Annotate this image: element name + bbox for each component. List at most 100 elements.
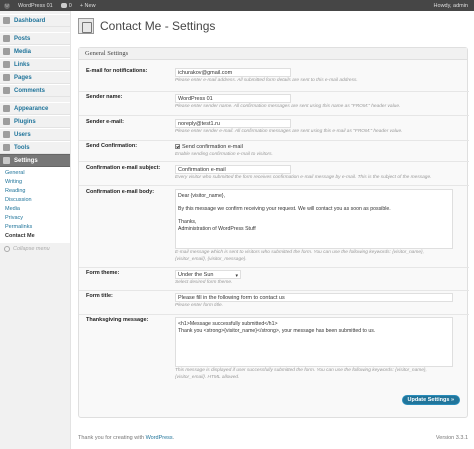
form-theme-value: Under the Sun xyxy=(178,272,214,278)
collapse-icon xyxy=(4,246,10,252)
send-confirmation-label: Send Confirmation: xyxy=(86,143,138,149)
sender-email-input[interactable]: noreply@test1.ru xyxy=(175,119,291,128)
admin-bar: Ⓦ WordPress 01 0 + New Howdy, admin xyxy=(0,0,474,11)
email-notifications-label: E-mail for notifications: xyxy=(86,68,148,74)
submenu-reading[interactable]: Reading xyxy=(5,187,70,196)
textarea-line: Thanks, xyxy=(178,219,197,225)
menu-posts[interactable]: Posts xyxy=(0,32,70,45)
dashboard-icon xyxy=(3,17,10,24)
send-confirmation-desc: Enable sending confirmation e-mail to vi… xyxy=(175,152,273,157)
plugins-icon xyxy=(3,118,10,125)
menu-label: Posts xyxy=(14,35,31,42)
footer-period: . xyxy=(172,435,175,441)
comments-link[interactable]: 0 xyxy=(57,0,76,11)
comment-bubble-icon xyxy=(60,3,67,8)
menu-plugins[interactable]: Plugins xyxy=(0,115,70,128)
confirmation-body-label: Confirmation e-mail body: xyxy=(86,189,155,195)
footer: Thank you for creating with WordPress. V… xyxy=(78,435,468,441)
settings-icon xyxy=(3,157,10,164)
menu-label: Tools xyxy=(14,144,30,151)
confirmation-subject-label: Confirmation e-mail subject: xyxy=(86,165,161,171)
posts-icon xyxy=(3,35,10,42)
menu-label: Users xyxy=(14,131,31,138)
menu-appearance[interactable]: Appearance xyxy=(0,102,70,115)
menu-label: Pages xyxy=(14,74,32,81)
section-title: General Settings xyxy=(79,48,467,60)
menu-links[interactable]: Links xyxy=(0,58,70,71)
textarea-line: <h1>Message successfully submitted</h1> xyxy=(178,321,278,327)
textarea-line: By this message we confirm receiving you… xyxy=(178,206,391,212)
send-confirmation-checkbox-label: Send confirmation e-mail xyxy=(182,144,243,150)
confirmation-body-desc: E-mail message which is sent to visitors… xyxy=(175,250,424,262)
sender-email-label: Sender e-mail: xyxy=(86,119,124,125)
menu-users[interactable]: Users xyxy=(0,128,70,141)
page-title: Contact Me - Settings xyxy=(100,19,216,33)
confirmation-subject-input[interactable]: Confirmation e-mail xyxy=(175,165,291,174)
collapse-menu-button[interactable]: Collapse menu xyxy=(0,243,70,255)
menu-dashboard[interactable]: Dashboard xyxy=(0,14,70,27)
submenu-contact-me[interactable]: Contact Me xyxy=(5,232,70,241)
form-title-input[interactable]: Please fill in the following form to con… xyxy=(175,293,453,302)
menu-label: Comments xyxy=(14,87,46,94)
textarea-line: Dear {visitor_name}, xyxy=(178,193,225,199)
comments-icon xyxy=(3,87,10,94)
menu-media[interactable]: Media xyxy=(0,45,70,58)
sender-name-input[interactable]: WordPress 01 xyxy=(175,94,291,103)
menu-pages[interactable]: Pages xyxy=(0,71,70,84)
appearance-icon xyxy=(3,105,10,112)
footer-wordpress-link[interactable]: WordPress xyxy=(146,435,173,441)
submenu-media[interactable]: Media xyxy=(5,205,70,214)
pages-icon xyxy=(3,74,10,81)
submenu-discussion[interactable]: Discussion xyxy=(5,196,70,205)
settings-submenu: General Writing Reading Discussion Media… xyxy=(0,167,70,243)
main-content: Contact Me - Settings General Settings E… xyxy=(78,11,469,418)
new-content-link[interactable]: + New xyxy=(76,0,100,11)
submenu-general[interactable]: General xyxy=(5,169,70,178)
send-confirmation-checkbox[interactable] xyxy=(175,144,180,150)
submenu-permalinks[interactable]: Permalinks xyxy=(5,223,70,232)
form-theme-desc: Select desired form theme. xyxy=(175,280,233,285)
confirmation-subject-desc: Every visitor who submitted the form rec… xyxy=(175,175,432,180)
thanksgiving-label: Thanksgiving message: xyxy=(86,317,149,323)
sender-name-label: Sender name: xyxy=(86,94,123,100)
email-notifications-desc: Please enter e-mail address. All submitt… xyxy=(175,78,358,83)
thanksgiving-textarea[interactable]: <h1>Message successfully submitted</h1> … xyxy=(175,317,453,367)
thanksgiving-desc: This message is displayed if user succes… xyxy=(175,368,427,380)
chevron-down-icon: ▾ xyxy=(235,273,238,279)
comments-count: 0 xyxy=(68,2,72,9)
menu-settings[interactable]: Settings xyxy=(0,154,70,167)
textarea-line: Administration of WordPress Stuff xyxy=(178,226,256,232)
page-header: Contact Me - Settings xyxy=(78,11,468,41)
collapse-label: Collapse menu xyxy=(13,246,50,252)
submenu-privacy[interactable]: Privacy xyxy=(5,214,70,223)
form-theme-select[interactable]: Under the Sun ▾ xyxy=(175,270,241,279)
submenu-writing[interactable]: Writing xyxy=(5,178,70,187)
menu-label: Media xyxy=(14,48,32,55)
sender-email-desc: Please enter sender e-mail. All confirma… xyxy=(175,129,403,134)
email-notifications-input[interactable]: ichurakov@gmail.com xyxy=(175,68,291,77)
admin-menu: Dashboard Posts Media Links Pages Commen… xyxy=(0,11,71,449)
menu-tools[interactable]: Tools xyxy=(0,141,70,154)
user-greeting-link[interactable]: Howdy, admin xyxy=(430,0,474,11)
version-text: Version 3.3.1 xyxy=(435,435,468,441)
menu-comments[interactable]: Comments xyxy=(0,84,70,97)
wordpress-logo-icon[interactable]: Ⓦ xyxy=(0,0,14,11)
menu-label: Appearance xyxy=(14,105,49,112)
users-icon xyxy=(3,131,10,138)
contact-settings-icon xyxy=(78,18,94,34)
menu-label: Links xyxy=(14,61,30,68)
update-settings-button[interactable]: Update Settings » xyxy=(401,395,460,405)
confirmation-body-textarea[interactable]: Dear {visitor_name}, By this message we … xyxy=(175,189,453,249)
media-icon xyxy=(3,48,10,55)
sender-name-desc: Please enter sender name. All confirmati… xyxy=(175,104,401,109)
site-name-link[interactable]: WordPress 01 xyxy=(14,0,57,11)
menu-label: Settings xyxy=(14,157,38,164)
form-title-desc: Please enter form title. xyxy=(175,303,223,308)
general-settings-box: General Settings E-mail for notification… xyxy=(78,47,469,418)
links-icon xyxy=(3,61,10,68)
form-title-label: Form title: xyxy=(86,293,113,299)
menu-label: Dashboard xyxy=(14,17,46,24)
textarea-line: Thank you <strong>{visitor_name}</strong… xyxy=(178,328,376,334)
menu-label: Plugins xyxy=(14,118,36,125)
tools-icon xyxy=(3,144,10,151)
